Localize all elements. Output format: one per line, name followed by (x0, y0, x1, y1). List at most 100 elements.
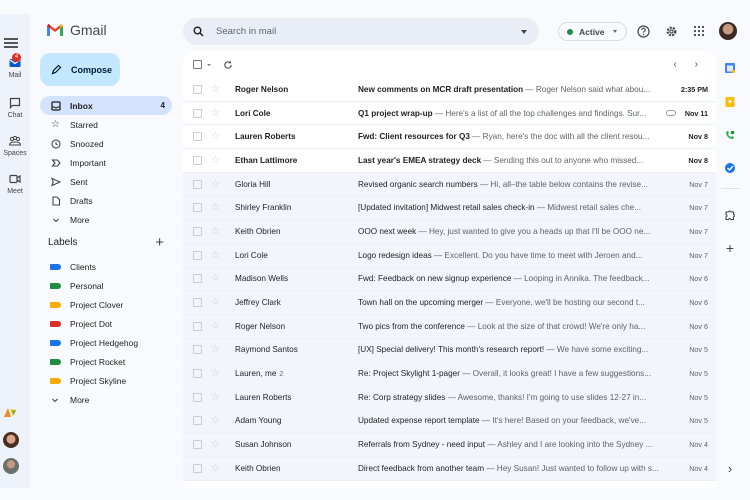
email-row[interactable]: ☆ Lauren, me 2 Re: Project Skylight 1-pager… (183, 362, 716, 386)
star-icon[interactable]: ☆ (211, 463, 221, 474)
select-all-checkbox[interactable] (193, 60, 202, 69)
email-row[interactable]: ☆ Gloria Hill Revised organic search numbe… (183, 172, 716, 197)
label-item[interactable]: Personal (40, 276, 172, 295)
row-checkbox[interactable] (193, 321, 202, 331)
star-icon[interactable]: ☆ (211, 392, 221, 403)
row-checkbox[interactable] (193, 298, 202, 308)
star-icon[interactable]: ☆ (211, 297, 221, 308)
next-page-icon[interactable]: › (695, 59, 698, 70)
rail-item-meet[interactable]: Meet (0, 172, 30, 195)
search-bar[interactable]: Search in mail (183, 18, 539, 45)
chat-app-icon[interactable] (2, 405, 18, 419)
star-icon[interactable]: ☆ (211, 84, 221, 95)
contact-avatar[interactable] (3, 458, 19, 474)
email-row[interactable]: ☆ Keith Obrien OOO next week — Hey, just w… (183, 220, 716, 244)
row-checkbox[interactable] (193, 84, 202, 94)
star-icon[interactable]: ☆ (211, 250, 221, 261)
search-input[interactable]: Search in mail (216, 26, 521, 37)
email-row[interactable]: ☆ Madison Wells Fwd: Feedback on new signu… (183, 267, 716, 292)
email-date: Nov 6 (689, 321, 708, 331)
labels-more[interactable]: More (40, 390, 172, 409)
nav-item-important[interactable]: Important (40, 153, 172, 172)
star-icon[interactable]: ☆ (211, 415, 221, 426)
row-checkbox[interactable] (193, 155, 202, 165)
row-checkbox[interactable] (193, 108, 202, 118)
email-row[interactable]: ☆ Susan Johnson Referrals from Sydney - ne… (183, 433, 716, 457)
nav-item-more[interactable]: More (40, 210, 172, 229)
row-checkbox[interactable] (193, 440, 202, 450)
mail-toolbar: ‹ › (183, 51, 716, 78)
tasks-button[interactable] (723, 161, 737, 175)
nav-item-drafts[interactable]: Drafts (40, 191, 172, 210)
label-item[interactable]: Project Skyline (40, 371, 172, 390)
compose-button[interactable]: Compose (40, 53, 120, 86)
email-row[interactable]: ☆ Roger Nelson Two pics from the conferenc… (183, 314, 716, 339)
row-checkbox[interactable] (193, 250, 202, 260)
row-checkbox[interactable] (193, 345, 202, 355)
row-checkbox[interactable] (193, 369, 202, 379)
star-icon[interactable]: ☆ (211, 226, 221, 237)
email-row[interactable]: ☆ Jeffrey Clark Town hall on the upcoming … (183, 291, 716, 315)
contact-avatar[interactable] (3, 432, 19, 448)
email-row[interactable]: ☆ Lori Cole Q1 project wrap-up — Here's a … (183, 102, 716, 126)
rail-item-chat[interactable]: Chat (0, 96, 30, 119)
email-row[interactable]: ☆ Ethan Lattimore Last year's EMEA strateg… (183, 149, 716, 173)
star-icon[interactable]: ☆ (211, 108, 221, 119)
star-icon[interactable]: ☆ (211, 202, 221, 213)
nav-item-snoozed[interactable]: Snoozed (40, 134, 172, 153)
email-row[interactable]: ☆ Roger Nelson New comments on MCR draft p… (183, 78, 716, 102)
star-icon[interactable]: ☆ (211, 321, 221, 332)
star-icon[interactable]: ☆ (211, 368, 221, 379)
email-row[interactable]: ☆ Adam Young Updated expense report templa… (183, 409, 716, 434)
expand-panel-icon[interactable]: › (723, 461, 737, 476)
label-item[interactable]: Clients (40, 257, 172, 276)
row-checkbox[interactable] (193, 179, 202, 189)
nav-item-sent[interactable]: Sent (40, 172, 172, 191)
help-button[interactable] (636, 24, 650, 38)
account-avatar[interactable] (719, 22, 737, 40)
label-item[interactable]: Project Clover (40, 295, 172, 314)
gmail-logo[interactable]: Gmail (46, 22, 107, 38)
star-icon[interactable]: ☆ (211, 155, 221, 166)
settings-button[interactable] (664, 24, 678, 38)
prev-page-icon[interactable]: ‹ (673, 59, 676, 70)
star-icon[interactable]: ☆ (211, 131, 221, 142)
keep-button[interactable] (723, 95, 737, 109)
select-options-icon[interactable] (207, 63, 211, 66)
rail-item-spaces[interactable]: Spaces (0, 134, 30, 157)
email-row[interactable]: ☆ Raymond Santos [UX] Special delivery! Th… (183, 338, 716, 363)
email-row[interactable]: ☆ Lauren Roberts Fwd: Client resources for… (183, 125, 716, 150)
row-checkbox[interactable] (193, 463, 202, 473)
nav-item-starred[interactable]: ☆ Starred (40, 115, 172, 134)
contacts-button[interactable] (723, 128, 737, 142)
nav-item-inbox[interactable]: Inbox 4 (40, 96, 172, 115)
label-item[interactable]: Project Dot (40, 314, 172, 333)
search-options-icon[interactable] (521, 29, 527, 34)
row-checkbox[interactable] (193, 392, 202, 402)
row-checkbox[interactable] (193, 274, 202, 284)
label-item[interactable]: Project Hedgehog (40, 333, 172, 352)
star-icon[interactable]: ☆ (211, 344, 221, 355)
addons-button[interactable] (723, 208, 737, 222)
label-item[interactable]: Project Rocket (40, 352, 172, 371)
refresh-icon[interactable] (223, 60, 233, 70)
add-label-button[interactable]: + (155, 235, 164, 250)
apps-button[interactable] (692, 24, 706, 38)
main-menu-button[interactable] (4, 38, 18, 48)
email-row[interactable]: ☆ Shirley Franklin [Updated invitation] Mi… (183, 196, 716, 221)
star-icon[interactable]: ☆ (211, 273, 221, 284)
rail-item-mail[interactable]: 4 Mail (0, 53, 30, 79)
status-selector[interactable]: Active (558, 22, 627, 41)
email-row[interactable]: ☆ Lori Cole Logo redesign ideas — Excellen… (183, 243, 716, 268)
row-checkbox[interactable] (193, 203, 202, 213)
row-checkbox[interactable] (193, 416, 202, 426)
row-checkbox[interactable] (193, 132, 202, 142)
row-checkbox[interactable] (193, 226, 202, 236)
email-row[interactable]: ☆ Keith Obrien Direct feedback from anothe… (183, 457, 716, 481)
search-icon[interactable] (193, 26, 204, 37)
email-row[interactable]: ☆ Lauren Roberts Re: Corp strategy slides … (183, 385, 716, 410)
calendar-button[interactable] (723, 61, 737, 75)
star-icon[interactable]: ☆ (211, 439, 221, 450)
add-addon-icon[interactable]: + (723, 240, 737, 256)
star-icon[interactable]: ☆ (211, 179, 221, 190)
